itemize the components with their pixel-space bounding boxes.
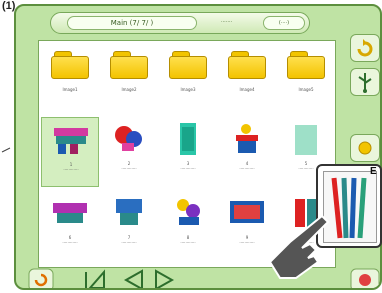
design-thumbnail (180, 123, 196, 155)
folder-label: Image4 (239, 87, 255, 92)
first-page-button[interactable] (82, 268, 110, 288)
design-info: ············ (62, 240, 78, 245)
folder-label: Image1 (62, 87, 78, 92)
design-info: ············ (239, 240, 255, 245)
design-thumbnail (116, 199, 142, 225)
design-info: ············ (239, 166, 255, 171)
back-button[interactable] (28, 268, 54, 288)
folder-item[interactable]: Image3 (159, 43, 217, 113)
refresh-icon (357, 39, 373, 57)
design-item[interactable]: 7 ············ (100, 191, 158, 261)
title-bar: Main (7/ 7/ ) ······· (····) (50, 12, 310, 34)
pointer-line (1, 147, 11, 153)
design-thumbnail (115, 126, 142, 151)
folder-icon (169, 51, 207, 79)
design-info: ············ (121, 240, 137, 245)
folder-icon (228, 51, 266, 79)
pc-button[interactable] (350, 134, 380, 162)
usb-icon (358, 73, 372, 93)
usb-button[interactable] (350, 68, 380, 96)
folder-icon (110, 51, 148, 79)
folder-label: Image5 (298, 87, 314, 92)
design-info: ············ (298, 166, 314, 171)
page-first-icon (85, 269, 105, 288)
design-info: ············ (180, 240, 196, 245)
prev-page-button[interactable] (120, 268, 148, 288)
design-info: ············ (121, 166, 137, 171)
design-item-selected[interactable]: 1 ············ (41, 117, 99, 187)
folder-item[interactable]: Image1 (41, 43, 99, 113)
next-page-button[interactable] (150, 268, 178, 288)
design-thumbnail (177, 199, 200, 225)
next-icon (155, 269, 175, 288)
design-item[interactable]: 3 ············ (159, 117, 217, 187)
design-info: ············ (63, 167, 79, 172)
pc-icon (358, 141, 372, 155)
folder-label: Image2 (121, 87, 137, 92)
memory-indicator[interactable]: (····) (263, 16, 305, 30)
folder-item[interactable]: Image4 (218, 43, 276, 113)
design-item[interactable]: 6 ············ (41, 191, 99, 261)
back-icon (28, 268, 54, 288)
folder-icon (287, 51, 325, 79)
design-thumbnail (236, 124, 258, 153)
design-item[interactable]: 8 ············ (159, 191, 217, 261)
hand-pointer-icon (268, 214, 330, 279)
status-text: ······· (221, 19, 233, 25)
folder-label: Image3 (180, 87, 196, 92)
folder-item[interactable]: Image2 (100, 43, 158, 113)
design-item[interactable]: 4 ············ (218, 117, 276, 187)
design-thumbnail (54, 128, 88, 154)
design-info: ············ (180, 166, 196, 171)
callout-label: E (370, 166, 377, 177)
folder-item[interactable]: Image5 (277, 43, 335, 113)
refresh-button[interactable] (350, 34, 380, 62)
ok-button[interactable] (350, 268, 380, 288)
design-thumbnail (295, 125, 317, 155)
folder-title: Main (7/ 7/ ) (67, 16, 197, 30)
design-thumbnail (53, 203, 87, 223)
folder-icon (51, 51, 89, 79)
design-item[interactable]: 2 ············ (100, 117, 158, 187)
ok-icon (350, 268, 380, 288)
prev-icon (123, 269, 143, 288)
